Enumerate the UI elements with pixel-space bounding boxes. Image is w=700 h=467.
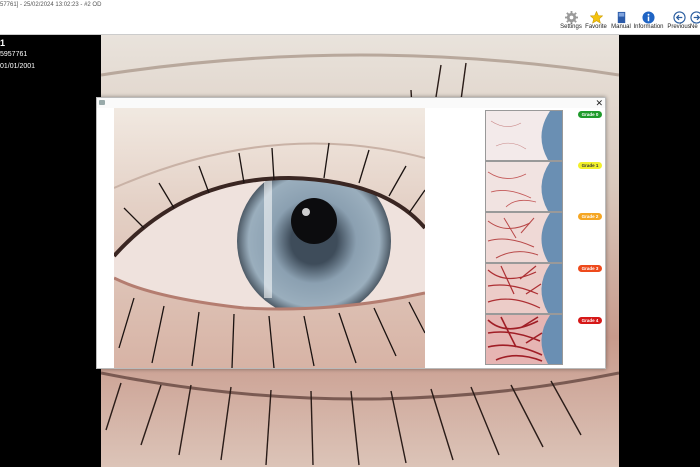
information-button[interactable]: Information [633,11,664,33]
manual-button[interactable]: Manual [611,11,631,33]
previous-label: Previous [667,24,691,30]
arrow-left-icon [672,11,686,24]
dialog-app-icon [99,100,105,105]
right-panel [619,35,700,467]
book-icon [617,11,625,24]
toolbar: Settings Favorite Manual Information Pre… [0,10,700,35]
favorite-label: Favorite [585,24,607,30]
grade-thumbnail[interactable] [485,263,563,314]
settings-label: Settings [560,24,582,30]
star-icon [589,11,603,24]
arrow-right-icon [690,11,700,24]
next-label: Ne [690,24,698,30]
grade-thumbnail[interactable] [485,110,563,161]
settings-button[interactable]: Settings [560,11,582,33]
grade-label: Grade 3 [581,266,599,271]
grade-2-badge[interactable]: Grade 2 [578,213,602,220]
gear-icon [564,11,578,24]
close-button[interactable]: ✕ [595,98,603,108]
grade-0-badge[interactable]: Grade 0 [578,111,602,118]
patient-id: 5957761 [0,51,28,58]
dialog-header: ✕ [97,98,605,108]
manual-label: Manual [611,24,631,30]
previous-button[interactable]: Previous [667,11,691,33]
grading-dialog: ✕ Grade 0 Grade 1 Grade 2 Grade 3 Grade … [96,97,606,369]
info-icon [642,11,655,24]
favorite-button[interactable]: Favorite [585,11,607,33]
next-button[interactable]: Ne [690,11,700,33]
grade-thumbnail[interactable] [485,314,563,365]
grade-label: Grade 2 [581,214,599,219]
grade-4-badge[interactable]: Grade 4 [578,317,602,324]
patient-dob: 01/01/2001 [0,63,36,70]
grade-label: Grade 1 [581,163,599,168]
grade-3-badge[interactable]: Grade 3 [578,265,602,272]
grade-label: Grade 4 [581,318,599,323]
patient-info: 1 5957761 01/01/2001 [0,37,101,73]
information-label: Information [633,24,664,30]
grade-1-badge[interactable]: Grade 1 [578,162,602,169]
grade-thumbnail[interactable] [485,212,563,263]
grade-label: Grade 0 [581,112,599,117]
grade-thumbnail[interactable] [485,161,563,212]
window-title: 57761] - 25/02/2024 13:02:23 - #2 OD [0,2,102,8]
main-eye-image [114,108,425,368]
patient-number: 1 [0,38,6,48]
